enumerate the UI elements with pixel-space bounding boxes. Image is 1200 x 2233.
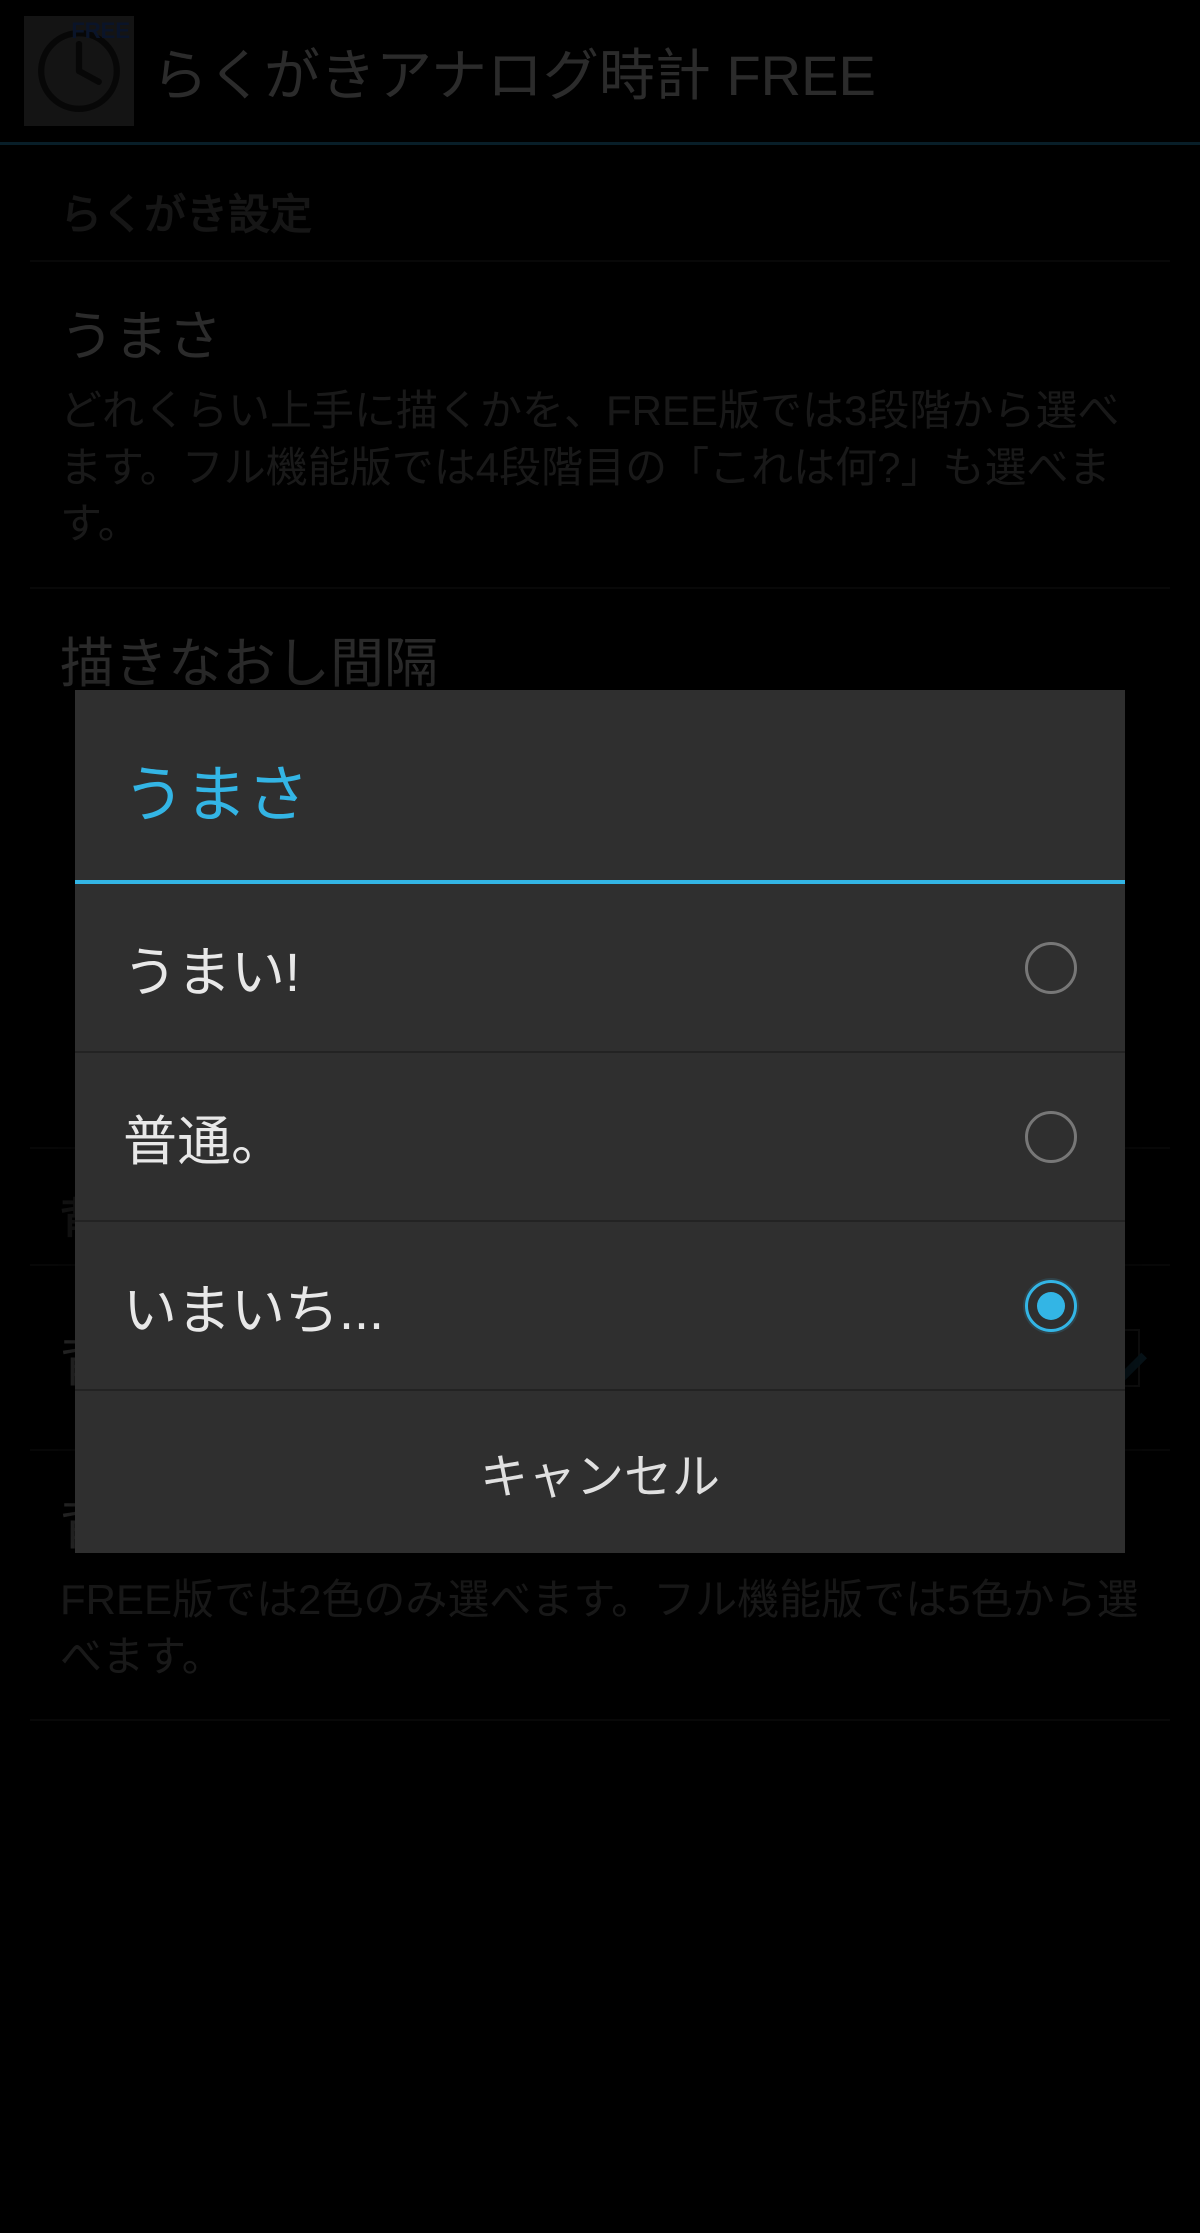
cancel-button[interactable]: キャンセル xyxy=(75,1391,1125,1553)
radio-option-1[interactable]: 普通。 xyxy=(75,1053,1125,1222)
radio-label: 普通。 xyxy=(123,1097,285,1176)
modal-scrim[interactable]: うまさ うまい! 普通。 いまいち... キャンセル xyxy=(0,0,1200,2233)
radio-label: うまい! xyxy=(123,928,300,1007)
radio-option-2[interactable]: いまいち... xyxy=(75,1222,1125,1391)
radio-option-0[interactable]: うまい! xyxy=(75,884,1125,1053)
radio-icon xyxy=(1025,942,1077,994)
dialog-title: うまさ xyxy=(75,690,1125,884)
radio-label: いまいち... xyxy=(123,1266,384,1345)
radio-icon xyxy=(1025,1111,1077,1163)
dialog-umasa: うまさ うまい! 普通。 いまいち... キャンセル xyxy=(75,690,1125,1553)
radio-icon xyxy=(1025,1280,1077,1332)
